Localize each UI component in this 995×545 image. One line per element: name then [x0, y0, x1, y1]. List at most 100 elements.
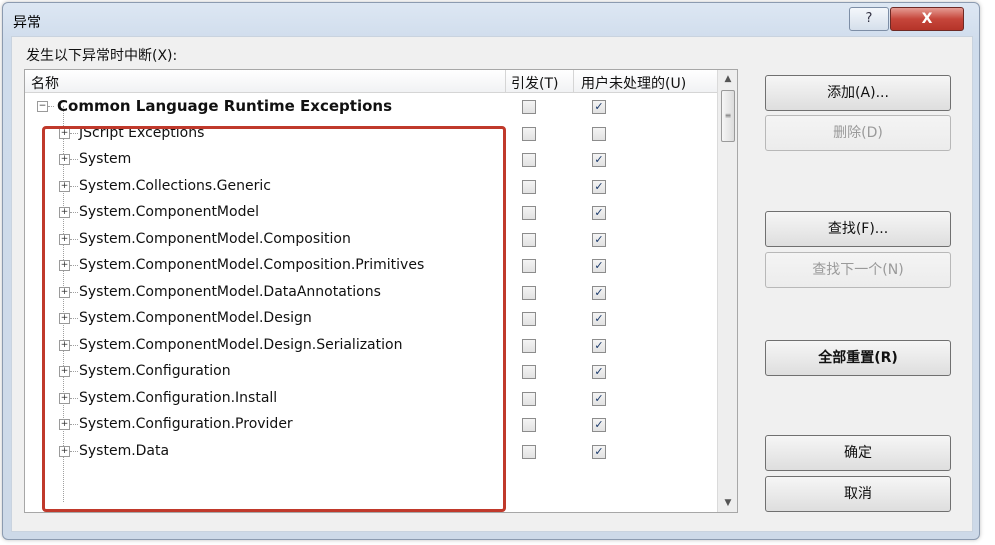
thrown-checkbox[interactable] — [522, 100, 536, 114]
vertical-scrollbar[interactable]: ▲ ≡ ▼ — [717, 70, 737, 512]
tree-connector — [70, 238, 78, 240]
tree-row[interactable]: + JScript Exceptions — [25, 121, 717, 147]
thrown-checkbox[interactable] — [522, 153, 536, 167]
tree-row-label: System.ComponentModel.Composition — [79, 230, 351, 247]
thrown-checkbox[interactable] — [522, 338, 536, 353]
tree-row-label: Common Language Runtime Exceptions — [57, 97, 393, 115]
expand-icon[interactable]: + — [59, 445, 70, 457]
tree-row[interactable]: + System.Collections.Generic ✓ — [25, 174, 717, 200]
thrown-checkbox[interactable] — [522, 179, 536, 194]
add-button[interactable]: 添加(A)... — [765, 75, 951, 111]
ok-button[interactable]: 确定 — [765, 435, 951, 471]
thrown-checkbox[interactable] — [522, 365, 536, 379]
tree-row[interactable]: + System.ComponentModel.Design.Serializat… — [25, 333, 717, 359]
title-bar: 异常 ? X — [3, 3, 979, 37]
thrown-checkbox[interactable] — [522, 444, 536, 459]
expand-icon[interactable]: + — [59, 127, 70, 139]
user-unhandled-checkbox[interactable]: ✓ — [592, 100, 606, 114]
expand-icon[interactable]: + — [59, 392, 70, 404]
tree-connector — [70, 344, 78, 346]
column-header-name[interactable]: 名称 — [31, 73, 59, 93]
expand-icon[interactable]: + — [59, 207, 70, 218]
user-unhandled-checkbox[interactable]: ✓ — [592, 153, 606, 167]
user-unhandled-checkbox[interactable]: ✓ — [592, 232, 606, 247]
tree-row-label: System.Configuration — [79, 363, 231, 379]
tree-row[interactable]: + System.ComponentModel ✓ — [25, 200, 717, 226]
dialog-title: 异常 — [13, 15, 41, 31]
exceptions-tree-list[interactable]: 名称 引发(T) 用户未处理的(U) − Common Language Runt… — [24, 69, 738, 513]
tree-row[interactable]: + System.ComponentModel.DataAnnotations ✓ — [25, 280, 717, 306]
scroll-thumb[interactable]: ≡ — [721, 90, 735, 142]
tree-row[interactable]: + System.Data ✓ — [25, 439, 717, 465]
expand-icon[interactable]: + — [59, 366, 70, 377]
expand-icon[interactable]: + — [59, 286, 70, 298]
user-unhandled-checkbox[interactable]: ✓ — [592, 365, 606, 379]
scroll-down-arrow-icon[interactable]: ▼ — [718, 494, 737, 512]
tree-row-label: System.ComponentModel.Design — [79, 310, 312, 326]
tree-row[interactable]: + System.Configuration.Provider ✓ — [25, 412, 717, 438]
user-unhandled-checkbox[interactable]: ✓ — [592, 179, 606, 194]
tree-row-label: System.ComponentModel.Composition.Primit… — [79, 257, 425, 273]
expand-icon[interactable]: + — [59, 180, 70, 192]
user-unhandled-checkbox[interactable]: ✓ — [592, 338, 606, 353]
tree-connector — [70, 371, 78, 372]
column-header-user-unhandled[interactable]: 用户未处理的(U) — [581, 73, 686, 93]
user-unhandled-checkbox[interactable]: ✓ — [592, 206, 606, 220]
user-unhandled-checkbox[interactable]: ✓ — [592, 312, 606, 326]
tree-row[interactable]: + System.ComponentModel.Composition ✓ — [25, 227, 717, 253]
expand-icon[interactable]: + — [59, 339, 70, 351]
close-button[interactable]: X — [890, 7, 964, 31]
tree-row-label: System.Configuration.Provider — [79, 416, 293, 432]
thrown-checkbox[interactable] — [522, 232, 536, 247]
user-unhandled-checkbox[interactable]: ✓ — [592, 259, 606, 273]
tree-row[interactable]: − Common Language Runtime Exceptions ✓ — [25, 94, 717, 120]
expand-icon[interactable]: + — [59, 419, 70, 430]
user-unhandled-checkbox[interactable]: ✓ — [592, 418, 606, 432]
thrown-checkbox[interactable] — [522, 259, 536, 273]
tree-row-label: JScript Exceptions — [79, 124, 205, 141]
tree-connector — [48, 106, 54, 107]
cancel-button[interactable]: 取消 — [765, 476, 951, 512]
thrown-checkbox[interactable] — [522, 391, 536, 406]
delete-button[interactable]: 删除(D) — [765, 115, 951, 151]
tree-row[interactable]: + System.ComponentModel.Composition.Primi… — [25, 253, 717, 279]
thrown-checkbox[interactable] — [522, 418, 536, 432]
user-unhandled-checkbox[interactable] — [592, 126, 606, 141]
tree-row-label: System — [79, 151, 132, 167]
tree-row-label: System.Collections.Generic — [79, 177, 271, 194]
thrown-checkbox[interactable] — [522, 126, 536, 141]
tree-row-label: System.ComponentModel.DataAnnotations — [79, 283, 381, 300]
collapse-icon[interactable]: − — [37, 101, 48, 112]
user-unhandled-checkbox[interactable]: ✓ — [592, 444, 606, 459]
tree-row[interactable]: + System.Configuration.Install ✓ — [25, 386, 717, 412]
tree-row[interactable]: + System.Configuration ✓ — [25, 359, 717, 385]
expand-icon[interactable]: + — [59, 154, 70, 165]
tree-connector — [70, 424, 78, 425]
reset-all-button[interactable]: 全部重置(R) — [765, 340, 951, 376]
expand-icon[interactable]: + — [59, 233, 70, 245]
tree-connector — [70, 159, 78, 160]
user-unhandled-checkbox[interactable]: ✓ — [592, 285, 606, 300]
tree-row[interactable]: + System.ComponentModel.Design ✓ — [25, 306, 717, 332]
column-separator — [505, 70, 506, 92]
user-unhandled-checkbox[interactable]: ✓ — [592, 391, 606, 406]
find-next-button[interactable]: 查找下一个(N) — [765, 252, 951, 288]
thrown-checkbox[interactable] — [522, 285, 536, 300]
tree-connector — [70, 318, 78, 319]
help-button[interactable]: ? — [849, 7, 889, 31]
column-header-thrown[interactable]: 引发(T) — [511, 73, 558, 93]
tree-connector — [70, 185, 78, 187]
column-separator — [573, 70, 574, 92]
list-header: 名称 引发(T) 用户未处理的(U) — [25, 70, 717, 93]
scroll-up-arrow-icon[interactable]: ▲ — [718, 70, 737, 88]
find-button[interactable]: 查找(F)... — [765, 211, 951, 247]
thrown-checkbox[interactable] — [522, 206, 536, 220]
expand-icon[interactable]: + — [59, 260, 70, 271]
tree-row-label: System.Configuration.Install — [79, 389, 278, 406]
tree-row-label: System.ComponentModel.Design.Serializati… — [79, 336, 403, 353]
thrown-checkbox[interactable] — [522, 312, 536, 326]
break-when-thrown-label: 发生以下异常时中断(X): — [26, 48, 178, 64]
expand-icon[interactable]: + — [59, 313, 70, 324]
tree-row[interactable]: + System ✓ — [25, 147, 717, 173]
tree-connector — [70, 450, 78, 452]
